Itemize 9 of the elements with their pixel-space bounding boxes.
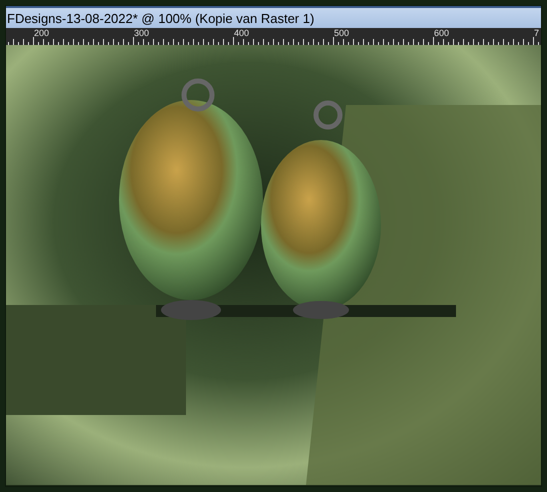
ruler-label: 600 — [434, 29, 450, 38]
ruler-label: 400 — [234, 29, 250, 38]
ruler-label: 200 — [34, 29, 50, 38]
ruler[interactable]: 200 300 400 500 600 7 — [6, 28, 541, 45]
ruler-label: 500 — [334, 29, 350, 38]
ruler-label: 300 — [134, 29, 150, 38]
ruler-ticks-icon — [6, 37, 541, 45]
window-title: FDesigns-13-08-2022* @ 100% (Kopie van Raster 1) — [7, 12, 314, 24]
ruler-label: 7 — [534, 29, 540, 38]
